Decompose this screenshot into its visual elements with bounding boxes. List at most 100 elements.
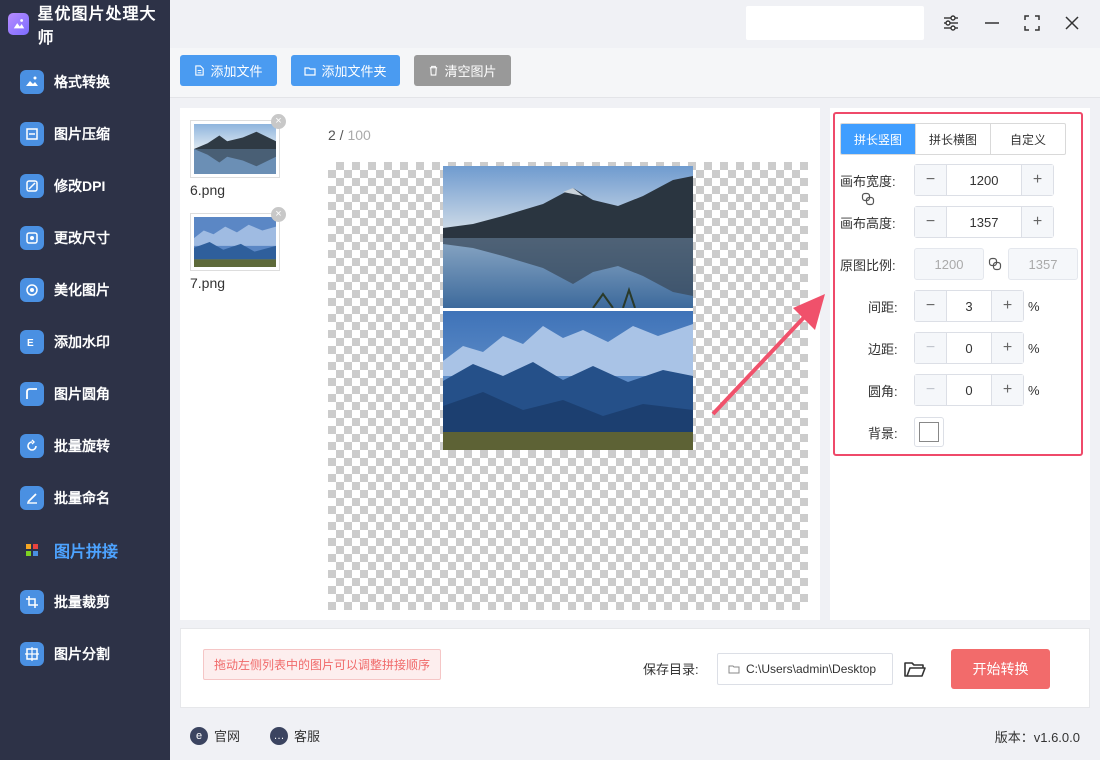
sidebar-item[interactable]: 批量旋转 [0,420,170,472]
tab-vertical[interactable]: 拼长竖图 [841,124,916,154]
spacing-row: 间距: − 3 + % [830,290,1080,322]
radius-stepper[interactable]: − 0 + [914,374,1024,406]
sidebar-item[interactable]: 图片拼接 [0,524,170,576]
tab-horizontal[interactable]: 拼长横图 [916,124,991,154]
decrease-button[interactable]: − [915,207,947,237]
rename-icon [20,486,44,510]
settings-panel: 拼长竖图 拼长横图 自定义 画布宽度: − 1200 + 画布高度: − 135… [830,108,1090,620]
radius-value[interactable]: 0 [947,383,991,398]
dpi-icon [20,174,44,198]
folder-icon [728,665,740,674]
background-row: 背景: [830,416,1080,448]
minimize-icon[interactable] [981,12,1003,34]
sidebar-nav: 格式转换 图片压缩 修改DPI 更改尺寸 美化图片 E 添加水印 图片圆角 批量旋转 批量命名 图片… [0,56,170,680]
page-counter: 2 / 100 [328,127,371,143]
sidebar-item[interactable]: 格式转换 [0,56,170,108]
file-name: 6.png [190,182,226,198]
settings-sliders-icon[interactable] [940,12,962,34]
margin-stepper[interactable]: − 0 + [914,332,1024,364]
sidebar-item[interactable]: 图片圆角 [0,368,170,420]
increase-button[interactable]: + [1021,165,1053,195]
sidebar-item[interactable]: 图片压缩 [0,108,170,160]
footer: e 官网 … 客服 版本：v1.6.0.0 [170,712,1100,760]
remove-file-icon[interactable]: × [271,114,286,129]
rotate-icon [20,434,44,458]
stitch-icon [20,538,44,562]
decrease-button[interactable]: − [915,165,947,195]
add-file-button[interactable]: 添加文件 [180,55,277,86]
remove-file-icon[interactable]: × [271,207,286,222]
save-dir-label: 保存目录: [643,662,699,677]
bottom-bar: 拖动左侧列表中的图片可以调整拼接顺序 保存目录: C:\Users\admin\… [180,628,1090,708]
start-convert-button[interactable]: 开始转换 [951,649,1050,689]
close-icon[interactable] [1061,12,1083,34]
background-color-picker[interactable] [914,417,944,447]
increase-button[interactable]: + [991,375,1023,405]
save-dir-value: C:\Users\admin\Desktop [746,662,877,676]
customer-service-link[interactable]: … 客服 [270,726,320,745]
crop-icon [20,590,44,614]
percent-unit: % [1028,340,1040,356]
page-total: 100 [347,127,371,143]
sidebar-item-label: 美化图片 [54,282,110,298]
radius-row: 圆角: − 0 + % [830,374,1080,406]
version-text: 版本：v1.6.0.0 [994,730,1080,745]
watermark-icon: E [20,330,44,354]
sidebar-item[interactable]: 图片分割 [0,628,170,680]
ratio-row: 原图比例: 1200 1357 [830,248,1080,280]
radius-label: 圆角: [868,383,898,399]
reorder-hint: 拖动左侧列表中的图片可以调整拼接顺序 [203,649,442,680]
canvas-height-label: 画布高度: [840,215,896,231]
app-title: 星优图片处理大师 [37,6,157,47]
sidebar-item[interactable]: 批量命名 [0,472,170,524]
ratio-width-field: 1200 [914,248,984,280]
add-folder-button[interactable]: 添加文件夹 [291,55,400,86]
clear-images-button[interactable]: 清空图片 [414,55,511,86]
sidebar: 星优图片处理大师 格式转换 图片压缩 修改DPI 更改尺寸 美化图片 E 添加水印 图片圆角批… [0,0,170,760]
link-icon [988,257,1002,271]
tab-custom[interactable]: 自定义 [991,124,1065,154]
canvas-height-value[interactable]: 1357 [947,215,1021,230]
increase-button[interactable]: + [991,333,1023,363]
sidebar-item-label: 图片压缩 [54,126,110,142]
decrease-button[interactable]: − [915,291,947,321]
layout-tabs: 拼长竖图 拼长横图 自定义 [840,123,1066,155]
canvas-width-value[interactable]: 1200 [947,173,1021,188]
file-item[interactable]: × 6.png [190,114,286,198]
website-label: 官网 [214,729,241,744]
beautify-icon [20,278,44,302]
trash-icon [430,65,438,76]
sidebar-item[interactable]: 美化图片 [0,264,170,316]
decrease-button[interactable]: − [915,333,947,363]
save-dir-input[interactable]: C:\Users\admin\Desktop [717,653,893,685]
sidebar-item[interactable]: E 添加水印 [0,316,170,368]
sidebar-item[interactable]: 修改DPI [0,160,170,212]
app-logo-icon [8,13,30,35]
sidebar-item[interactable]: 批量裁剪 [0,576,170,628]
add-folder-label: 添加文件夹 [321,64,387,79]
canvas-width-stepper[interactable]: − 1200 + [914,164,1054,196]
website-link[interactable]: e 官网 [190,726,240,745]
increase-button[interactable]: + [991,291,1023,321]
file-item[interactable]: × 7.png [190,207,286,291]
margin-value[interactable]: 0 [947,341,991,356]
open-folder-icon[interactable] [903,657,927,681]
chat-icon: … [270,726,288,745]
spacing-value[interactable]: 3 [947,299,991,314]
toolbar: 添加文件 添加文件夹 清空图片 [170,48,1100,98]
sidebar-item-label: 更改尺寸 [54,230,110,246]
increase-button[interactable]: + [1021,207,1053,237]
file-thumbnail: × [190,207,286,271]
maximize-icon[interactable] [1021,12,1043,34]
canvas-width-label: 画布宽度: [840,173,896,189]
canvas-height-stepper[interactable]: − 1357 + [914,206,1054,238]
folder-icon [304,66,317,76]
decrease-button[interactable]: − [915,375,947,405]
page-separator: / [335,127,348,143]
file-list: × 6.png × 7.png [180,108,320,620]
add-file-label: 添加文件 [210,64,263,79]
spacing-stepper[interactable]: − 3 + [914,290,1024,322]
sidebar-item[interactable]: 更改尺寸 [0,212,170,264]
round-corner-icon [20,382,44,406]
svg-text:E: E [27,338,34,349]
